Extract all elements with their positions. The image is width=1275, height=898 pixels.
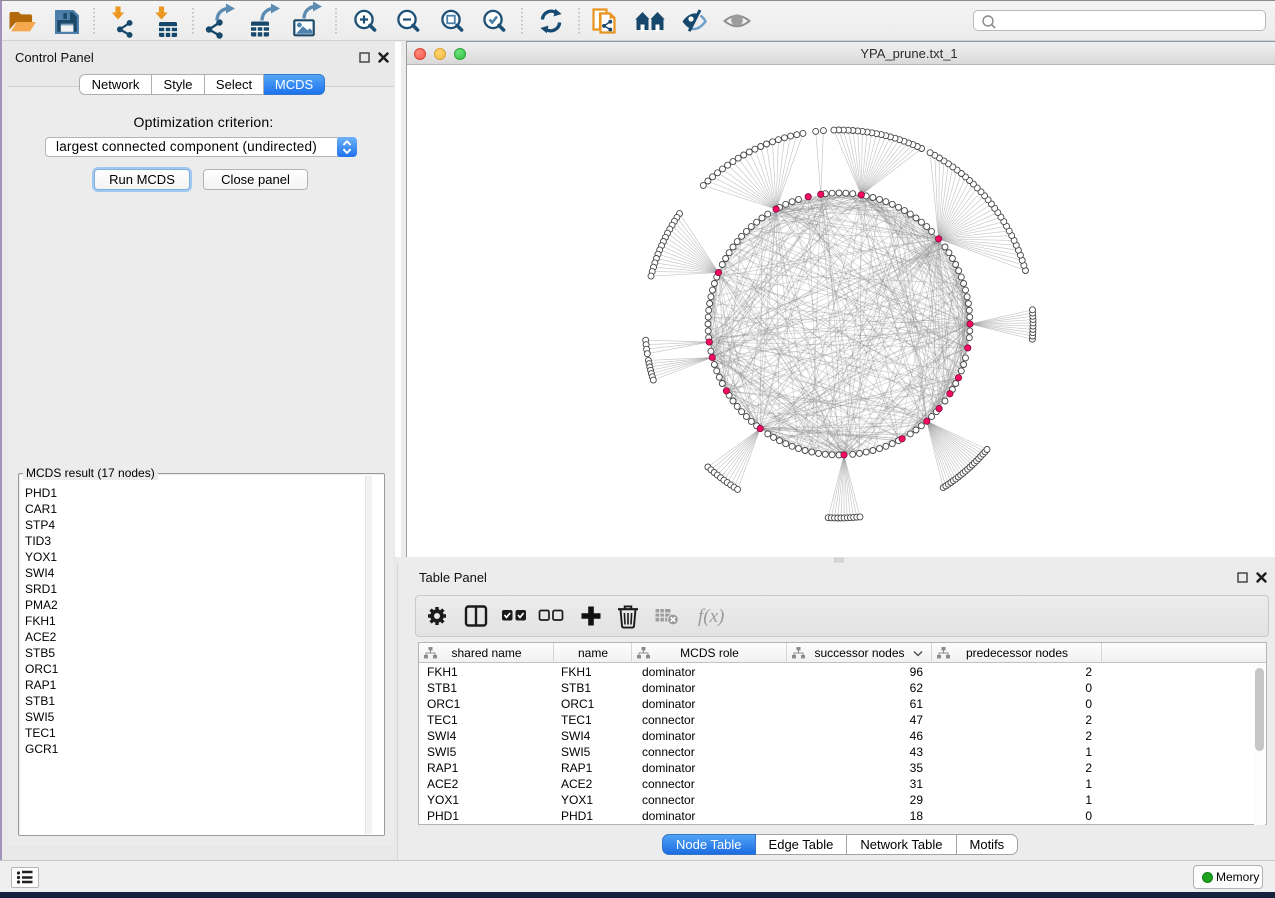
svg-text:f(x): f(x) — [698, 606, 724, 627]
